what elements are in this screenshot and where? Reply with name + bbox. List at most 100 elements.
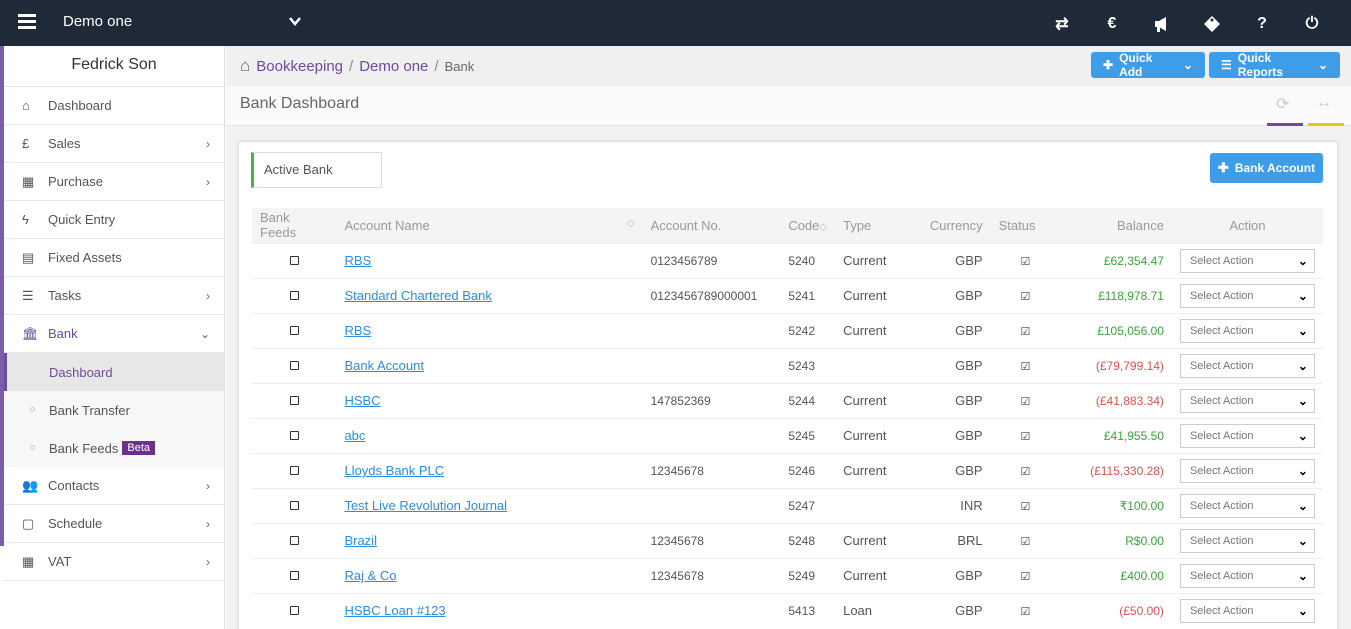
bank-feed-checkbox[interactable] [289,395,299,405]
select-action-dropdown[interactable]: Select Action ⌄ [1179,248,1315,273]
account-no-cell: 0123456789 [642,242,781,278]
bank-feed-checkbox[interactable] [289,465,299,475]
account-name-link[interactable]: Standard Chartered Bank [344,288,491,303]
account-name-link[interactable]: Bank Account [344,358,424,373]
select-action-dropdown[interactable]: Select Action ⌄ [1179,353,1315,378]
account-no-cell [642,312,781,348]
account-name-cell: HSBC Loan #123 [336,592,643,628]
chevron-down-icon[interactable] [288,14,302,31]
select-action-dropdown[interactable]: Select Action ⌄ [1179,458,1315,483]
bank-feed-checkbox[interactable] [289,255,299,265]
bank-feed-checkbox[interactable] [289,430,299,440]
currency-icon[interactable]: € [1087,13,1137,35]
currency-cell: GBP [920,592,991,628]
code-cell: 5244 [780,382,836,418]
barcode-icon: ▦ [22,173,35,189]
select-action-dropdown[interactable]: Select Action ⌄ [1179,528,1315,553]
bank-feed-checkbox[interactable] [289,605,299,615]
sidebar-item-contacts[interactable]: 👥 Contacts › [4,467,224,505]
refresh-icon[interactable]: ⟳ [1276,94,1289,114]
select-action-dropdown[interactable]: Select Action ⌄ [1179,493,1315,518]
bank-feed-checkbox[interactable] [289,290,299,300]
select-action-dropdown[interactable]: Select Action ⌄ [1179,423,1315,448]
chevron-down-icon: ⌄ [1317,58,1328,72]
bank-feed-cell [252,592,337,628]
status-cell: ☑ [990,382,1061,418]
type-cell: Current [835,557,921,593]
col-account-name[interactable]: Account Name ◇ [336,208,643,243]
account-name-link[interactable]: HSBC Loan #123 [344,603,445,618]
sort-icon: ◇ [819,221,828,233]
bank-feed-checkbox[interactable] [289,325,299,335]
sidebar-item-sales[interactable]: £ Sales › [4,125,224,163]
expand-icon[interactable]: ↔ [1316,94,1332,112]
account-no-cell: 12345678 [642,522,781,558]
col-code[interactable]: Code◇ [780,208,836,243]
account-name-link[interactable]: Raj & Co [344,568,396,583]
home-icon[interactable]: ⌂ [240,56,250,76]
sidebar-item-dashboard[interactable]: ⌂ Dashboard [4,87,224,125]
bullet-icon [30,445,35,450]
help-icon[interactable]: ? [1237,13,1287,35]
tag-icon[interactable] [1187,13,1237,35]
sidebar-subitem-bank-transfer[interactable]: Bank Transfer [4,391,224,429]
select-action-dropdown[interactable]: Select Action ⌄ [1179,283,1315,308]
sidebar-item-vat[interactable]: ▦ VAT › [4,543,224,581]
breadcrumb-company[interactable]: Demo one [359,58,428,75]
account-name-link[interactable]: Brazil [344,533,377,548]
col-account-no: Account No. [642,208,781,243]
list-icon: ☰ [1221,58,1232,72]
select-action-label: Select Action [1189,254,1254,267]
chevron-right-icon: › [206,289,210,303]
bank-feed-checkbox[interactable] [289,570,299,580]
balance-cell: £62,354.47 [1060,242,1172,278]
select-action-dropdown[interactable]: Select Action ⌄ [1179,388,1315,413]
announcement-icon[interactable] [1137,13,1187,35]
currency-cell: GBP [920,242,991,278]
chevron-down-icon: ⌄ [1297,463,1308,478]
sidebar-item-fixed-assets[interactable]: ▤ Fixed Assets [4,239,224,277]
select-action-label: Select Action [1189,604,1254,617]
chevron-right-icon: › [206,175,210,189]
chevron-right-icon: › [206,479,210,493]
menu-icon[interactable] [18,14,36,30]
balance-cell: £41,955.50 [1060,417,1172,453]
code-cell: 5246 [780,452,836,488]
status-check-icon: ☑ [1020,465,1031,478]
add-bank-account-button[interactable]: ✚ Bank Account [1210,153,1323,183]
status-check-icon: ☑ [1020,605,1031,618]
select-action-dropdown[interactable]: Select Action ⌄ [1179,563,1315,588]
account-name-link[interactable]: Lloyds Bank PLC [344,463,444,478]
sidebar-subitem-dashboard[interactable]: Dashboard [4,353,224,391]
breadcrumb-bar: ⌂ Bookkeeping / Demo one / Bank ✚ Quick A… [226,46,1351,86]
breadcrumb-bookkeeping[interactable]: Bookkeeping [256,58,343,75]
calculator-icon: ▦ [22,553,35,569]
table-row: HSBC Loan #123 5413 Loan GBP ☑ (£50.00) Select… [252,592,1323,628]
transfer-icon[interactable]: ⇄ [1037,13,1087,35]
bank-feed-checkbox[interactable] [289,535,299,545]
sidebar-item-bank[interactable]: 🏛 Bank ⌄ [4,315,224,353]
select-action-dropdown[interactable]: Select Action ⌄ [1179,598,1315,623]
quick-add-button[interactable]: ✚ Quick Add ⌄ [1091,51,1205,79]
balance-cell: £400.00 [1060,557,1172,593]
bank-feed-checkbox[interactable] [289,500,299,510]
quick-reports-button[interactable]: ☰ Quick Reports ⌄ [1209,51,1340,79]
select-action-label: Select Action [1189,429,1254,442]
sidebar-item-schedule[interactable]: ▢ Schedule › [4,505,224,543]
sidebar-item-tasks[interactable]: ☰ Tasks › [4,277,224,315]
tab-active-bank[interactable]: Active Bank [251,152,382,188]
account-name-link[interactable]: HSBC [344,393,380,408]
power-icon[interactable]: ⏻ [1287,13,1337,35]
account-name-link[interactable]: abc [344,428,365,443]
action-cell: Select Action ⌄ [1171,382,1323,418]
bank-feed-checkbox[interactable] [289,360,299,370]
sidebar-item-purchase[interactable]: ▦ Purchase › [4,163,224,201]
select-action-dropdown[interactable]: Select Action ⌄ [1179,318,1315,343]
account-name-link[interactable]: Test Live Revolution Journal [344,498,507,513]
sidebar-item-quick-entry[interactable]: ϟ Quick Entry [4,201,224,239]
page-title: Bank Dashboard [240,95,360,112]
account-name-link[interactable]: RBS [344,253,371,268]
account-name-link[interactable]: RBS [344,323,371,338]
sidebar-subitem-bank-feeds[interactable]: Bank Feeds Beta [4,429,224,467]
plus-icon: ✚ [1217,160,1229,175]
